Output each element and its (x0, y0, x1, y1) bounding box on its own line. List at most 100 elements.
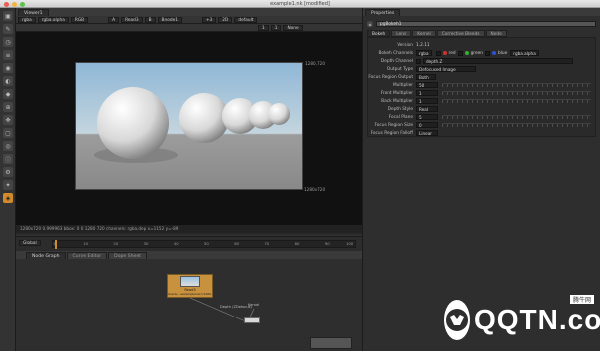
lut-dropdown[interactable]: default (234, 16, 258, 23)
window-title: example1.nk [modified] (270, 1, 330, 7)
left-toolbar: ▣ ✎ ◷ ≡ ◉ ◐ ◆ ⊕ ✥ ▢ ◎ ⓘ ⚙ ✦ ◈ (0, 8, 16, 351)
back-multiplier-label: Back Multiplier (381, 98, 413, 104)
input-b-label: B (144, 16, 156, 23)
keyer-icon[interactable]: ◆ (3, 89, 13, 99)
node-name-field[interactable]: pgBokeh1 (376, 21, 596, 27)
viewer-canvas[interactable]: 1280,720 1280x720 (16, 32, 362, 225)
metadata-icon[interactable]: ⓘ (3, 154, 13, 164)
front-multiplier-row: Front Multiplier 1 (368, 89, 595, 97)
image-icon[interactable]: ▣ (3, 11, 13, 21)
timeline-mode-dropdown[interactable]: Global (19, 240, 41, 246)
focus-region-size-slider[interactable] (442, 123, 591, 127)
timeline-tick: 70 (264, 241, 270, 246)
scroll-node-box (310, 337, 352, 349)
dot-label-kernel: Kernel (248, 303, 260, 307)
output-type-row: Output Type Defocused Image (368, 65, 595, 73)
depth-checkbox[interactable] (416, 58, 421, 64)
timeline-tick: 90 (324, 241, 330, 246)
multiplier-label: Multiplier (392, 82, 413, 88)
transform-icon[interactable]: ✥ (3, 115, 13, 125)
tab-properties[interactable]: Properties (365, 9, 401, 16)
output-type-label: Output Type (386, 66, 413, 72)
timeline-tick: 100 (345, 241, 354, 246)
alpha-channel-dropdown[interactable]: rgba.alpha (510, 50, 539, 56)
bokeh-channels-row: Bokeh Channels rgba red green blue rgba.… (368, 49, 595, 57)
timeline-tick: 60 (234, 241, 240, 246)
spheres-render (76, 63, 302, 189)
3d-icon[interactable]: ▢ (3, 128, 13, 138)
multiplier-field[interactable]: 50 (416, 82, 438, 88)
filter-icon[interactable]: ◐ (3, 76, 13, 86)
depth-style-row: Depth Style Real (368, 105, 595, 113)
watermark-sub: 腾牛网 (569, 295, 594, 304)
viewer-toolbar-second: 1 1 None (16, 24, 362, 32)
properties-tabs: Bokeh Lens Kernel Corrective Bleeds Node (367, 30, 596, 37)
tab-node-graph[interactable]: Node Graph (26, 252, 66, 259)
depth-channel-dropdown[interactable]: depth.Z (423, 58, 573, 64)
timeline-track[interactable]: 1 10 20 30 40 50 60 70 80 90 100 (52, 240, 356, 249)
focus-region-size-field[interactable]: 0 (416, 122, 438, 128)
bokeh-channels-dropdown[interactable]: rgba (416, 50, 432, 56)
plugin-icon[interactable]: ◈ (3, 193, 13, 203)
tab-viewer[interactable]: Viewer1 (18, 9, 49, 16)
view-mode-dropdown[interactable]: 2D (218, 16, 233, 23)
timeline-tick: 40 (173, 241, 179, 246)
tab-corrective-bleeds[interactable]: Corrective Bleeds (436, 30, 485, 37)
viewer-info-bar: 1280x720 0.999963 bbox: 0 0 1280 720 cha… (16, 225, 362, 233)
alpha-dropdown[interactable]: rgba.alpha (37, 16, 69, 23)
timeline[interactable]: Global 1 10 20 30 40 50 60 70 80 90 100 (16, 236, 362, 250)
merge-icon[interactable]: ⊕ (3, 102, 13, 112)
output-type-dropdown[interactable]: Defocused Image (416, 66, 476, 72)
depth-channel-row: Depth Channel depth.Z (368, 57, 595, 65)
multiplier-slider[interactable] (442, 83, 591, 87)
timeline-tick: 80 (294, 241, 300, 246)
back-multiplier-slider[interactable] (442, 99, 591, 103)
red-checkbox[interactable] (435, 50, 441, 56)
timeline-tick: 30 (143, 241, 149, 246)
channel-icon[interactable]: ≡ (3, 50, 13, 60)
gamma-field[interactable]: 1 (270, 24, 282, 31)
focus-region-size-label: Focus Region Size (374, 122, 413, 128)
tab-curve-editor[interactable]: Curve Editor (66, 252, 108, 259)
views-icon[interactable]: ◎ (3, 141, 13, 151)
back-multiplier-field[interactable]: 1 (416, 98, 438, 104)
playhead[interactable] (55, 240, 57, 249)
focal-plane-label: Focal Plane (388, 114, 413, 120)
depth-style-label: Depth Style (387, 106, 413, 112)
focus-region-output-dropdown[interactable]: Both (416, 74, 436, 80)
watermark-bull-icon (446, 309, 468, 331)
tab-lens[interactable]: Lens (391, 30, 412, 37)
blue-checkbox[interactable] (485, 50, 490, 56)
focal-plane-row: Focal Plane 5 (368, 113, 595, 121)
colorspace-dropdown[interactable]: RGB (70, 16, 89, 23)
front-multiplier-slider[interactable] (442, 91, 591, 95)
green-checkbox[interactable] (457, 50, 463, 56)
front-multiplier-field[interactable]: 1 (416, 90, 438, 96)
input-b-dropdown[interactable]: Bnode1 (157, 16, 182, 23)
depth-style-dropdown[interactable]: Real (416, 106, 438, 112)
tab-dope-sheet[interactable]: Dope Sheet (108, 252, 147, 259)
toolsets-icon[interactable]: ⚙ (3, 167, 13, 177)
input-a-label: A (108, 16, 120, 23)
node-graph-panel[interactable]: Node Graph Curve Editor Dope Sheet Read3… (16, 251, 362, 351)
fstop-field[interactable]: 1 (258, 24, 269, 31)
bokeh-node[interactable] (244, 317, 260, 323)
tab-node[interactable]: Node (485, 30, 507, 37)
node-icon[interactable]: ◈ (367, 21, 373, 27)
tab-bokeh[interactable]: Bokeh (367, 30, 391, 37)
focus-region-falloff-dropdown[interactable]: Linear (416, 130, 438, 136)
input-a-dropdown[interactable]: Read3 (121, 16, 143, 23)
focus-region-falloff-label: Focus Region Falloff (370, 130, 413, 136)
title-bar: example1.nk [modified] (0, 0, 600, 8)
tab-kernel[interactable]: Kernel (412, 30, 436, 37)
channel-dropdown[interactable]: rgba (18, 16, 36, 23)
draw-icon[interactable]: ✎ (3, 24, 13, 34)
zoom-dropdown[interactable]: +3 (201, 16, 217, 23)
focal-plane-field[interactable]: 5 (416, 114, 438, 120)
other-icon[interactable]: ✦ (3, 180, 13, 190)
color-icon[interactable]: ◉ (3, 63, 13, 73)
focal-plane-slider[interactable] (442, 115, 591, 119)
time-icon[interactable]: ◷ (3, 37, 13, 47)
proxy-dropdown[interactable]: None (283, 24, 303, 31)
watermark-logo-icon (444, 300, 470, 340)
